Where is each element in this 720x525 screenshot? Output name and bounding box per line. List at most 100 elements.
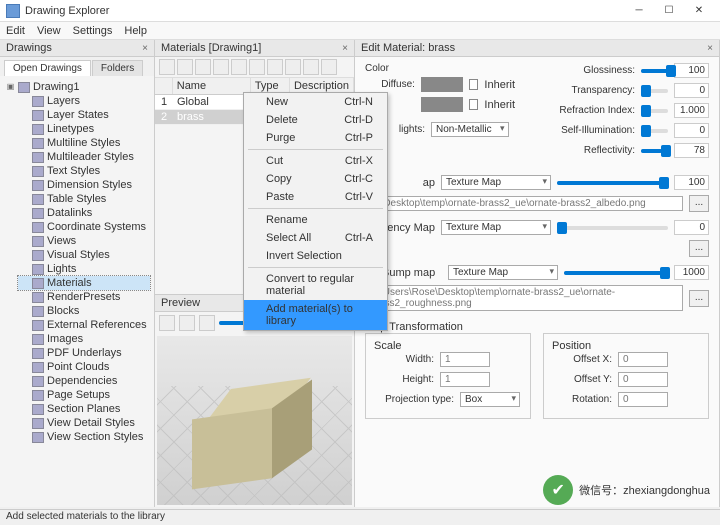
tree-item[interactable]: Datalinks xyxy=(18,206,150,220)
tree-item[interactable]: RenderPresets xyxy=(18,290,150,304)
refl-slider[interactable] xyxy=(641,149,668,153)
browse-button[interactable]: ... xyxy=(689,195,709,212)
tree-item[interactable]: Materials xyxy=(18,276,150,290)
diffuse-swatch[interactable] xyxy=(421,77,463,92)
menu-rename[interactable]: Rename xyxy=(244,211,387,229)
trans-slider[interactable] xyxy=(641,89,668,93)
tab-folders[interactable]: Folders xyxy=(92,60,143,76)
tree-item[interactable]: Dimension Styles xyxy=(18,178,150,192)
bump-slider[interactable] xyxy=(564,271,668,275)
browse-button[interactable]: ... xyxy=(689,240,709,257)
tree-item[interactable]: Multiline Styles xyxy=(18,136,150,150)
tree-item[interactable]: Images xyxy=(18,332,150,346)
width-field[interactable]: 1 xyxy=(440,352,490,367)
tool-button[interactable] xyxy=(303,59,319,75)
tool-button[interactable] xyxy=(267,59,283,75)
preview-button[interactable] xyxy=(159,315,175,331)
lights-combo[interactable]: Non-Metallic xyxy=(431,122,509,137)
tree-item[interactable]: Views xyxy=(18,234,150,248)
menu-cut[interactable]: CutCtrl-X xyxy=(244,152,387,170)
menu-help[interactable]: Help xyxy=(124,25,147,37)
path-field[interactable]: se\Desktop\temp\ornate-brass2_ue\ornate-… xyxy=(365,196,683,211)
tree-item[interactable]: Visual Styles xyxy=(18,248,150,262)
materials-toolbar xyxy=(155,57,354,78)
menu-invert[interactable]: Invert Selection xyxy=(244,247,387,265)
menu-selectall[interactable]: Select AllCtrl-A xyxy=(244,229,387,247)
tree-item[interactable]: Section Planes xyxy=(18,402,150,416)
tree-item[interactable]: PDF Underlays xyxy=(18,346,150,360)
path-field[interactable]: C:\Users\Rose\Desktop\temp\ornate-brass2… xyxy=(365,285,683,311)
tree-item[interactable]: Table Styles xyxy=(18,192,150,206)
map-slider[interactable] xyxy=(557,181,668,185)
rot-field[interactable]: 0 xyxy=(618,392,668,407)
map-combo[interactable]: Texture Map xyxy=(441,175,551,190)
menu-settings[interactable]: Settings xyxy=(73,25,113,37)
bump-combo[interactable]: Texture Map xyxy=(448,265,558,280)
preview-viewport[interactable] xyxy=(157,336,352,505)
close-icon[interactable]: × xyxy=(707,43,713,54)
preview-button[interactable] xyxy=(179,315,195,331)
window-title: Drawing Explorer xyxy=(25,5,624,17)
drawing-tree[interactable]: ▣Drawing1 LayersLayer StatesLinetypesMul… xyxy=(0,76,154,507)
tool-button[interactable] xyxy=(321,59,337,75)
menu-bar: Edit View Settings Help xyxy=(0,22,720,40)
tree-item[interactable]: Layer States xyxy=(18,108,150,122)
tree-item[interactable]: View Detail Styles xyxy=(18,416,150,430)
tool-button[interactable] xyxy=(195,59,211,75)
menu-new[interactable]: NewCtrl-N xyxy=(244,93,387,111)
edit-material-panel: Edit Material: brass× Color Diffuse:Inhe… xyxy=(355,40,720,507)
menu-view[interactable]: View xyxy=(37,25,61,37)
inherit-check[interactable] xyxy=(469,99,479,110)
tool-button[interactable] xyxy=(177,59,193,75)
tree-item[interactable]: Dependencies xyxy=(18,374,150,388)
proj-combo[interactable]: Box xyxy=(460,392,520,407)
close-button[interactable]: ✕ xyxy=(684,2,714,20)
menu-edit[interactable]: Edit xyxy=(6,25,25,37)
minimize-button[interactable]: ─ xyxy=(624,2,654,20)
tab-open-drawings[interactable]: Open Drawings xyxy=(4,60,91,76)
inherit-check[interactable] xyxy=(469,79,479,90)
tool-button[interactable] xyxy=(213,59,229,75)
tool-button[interactable] xyxy=(249,59,265,75)
tree-item[interactable]: Text Styles xyxy=(18,164,150,178)
tree-item[interactable]: Coordinate Systems xyxy=(18,220,150,234)
tree-item[interactable]: Blocks xyxy=(18,304,150,318)
gloss-slider[interactable] xyxy=(641,69,668,73)
menu-paste[interactable]: PasteCtrl-V xyxy=(244,188,387,206)
color-swatch[interactable] xyxy=(421,97,463,112)
close-icon[interactable]: × xyxy=(142,43,148,54)
menu-copy[interactable]: CopyCtrl-C xyxy=(244,170,387,188)
close-icon[interactable]: × xyxy=(342,43,348,54)
tool-button[interactable] xyxy=(285,59,301,75)
menu-purge[interactable]: PurgeCtrl-P xyxy=(244,129,387,147)
menu-add-library[interactable]: Add material(s) to library xyxy=(244,300,387,330)
tree-item[interactable]: Point Clouds xyxy=(18,360,150,374)
maximize-button[interactable]: ☐ xyxy=(654,2,684,20)
tree-item[interactable]: External References xyxy=(18,318,150,332)
menu-convert[interactable]: Convert to regular material xyxy=(244,270,387,300)
self-slider[interactable] xyxy=(641,129,668,133)
title-bar: Drawing Explorer ─ ☐ ✕ xyxy=(0,0,720,22)
tree-item[interactable]: View Section Styles xyxy=(18,430,150,444)
context-menu: NewCtrl-N DeleteCtrl-D PurgeCtrl-P CutCt… xyxy=(243,92,388,331)
tree-item[interactable]: Lights xyxy=(18,262,150,276)
browse-button[interactable]: ... xyxy=(689,290,709,307)
tree-item[interactable]: Linetypes xyxy=(18,122,150,136)
refr-slider[interactable] xyxy=(641,109,668,113)
emap-slider[interactable] xyxy=(557,226,668,230)
tool-button[interactable] xyxy=(159,59,175,75)
ox-field[interactable]: 0 xyxy=(618,352,668,367)
tree-item[interactable]: Page Setups xyxy=(18,388,150,402)
emap-combo[interactable]: Texture Map xyxy=(441,220,551,235)
tree-item[interactable]: Layers xyxy=(18,94,150,108)
oy-field[interactable]: 0 xyxy=(618,372,668,387)
drawings-title: Drawings xyxy=(6,42,52,54)
tree-item[interactable]: Multileader Styles xyxy=(18,150,150,164)
preview-button[interactable] xyxy=(199,315,215,331)
height-field[interactable]: 1 xyxy=(440,372,490,387)
app-icon xyxy=(6,4,20,18)
edit-title: Edit Material: brass xyxy=(361,42,455,54)
menu-delete[interactable]: DeleteCtrl-D xyxy=(244,111,387,129)
status-bar: Add selected materials to the library xyxy=(0,509,720,525)
tool-button[interactable] xyxy=(231,59,247,75)
